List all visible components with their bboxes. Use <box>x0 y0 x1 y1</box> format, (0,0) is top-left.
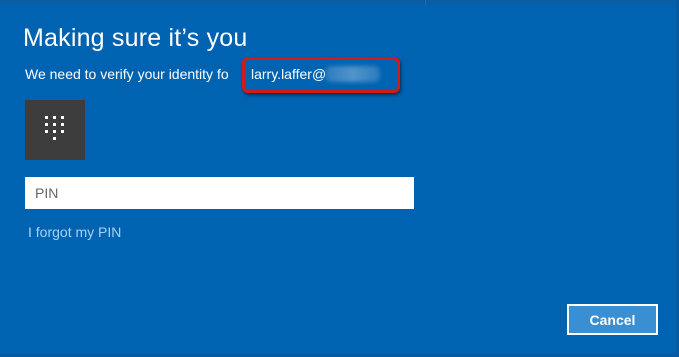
verify-identity-message: We need to verify your identity fo <box>25 66 229 82</box>
top-edge-seam <box>425 0 426 5</box>
pin-keypad-tile <box>25 100 85 160</box>
forgot-pin-link[interactable]: I forgot my PIN <box>28 224 121 240</box>
verify-identity-dialog: Making sure it’s you We need to verify y… <box>0 0 679 357</box>
top-edge-strip <box>0 0 679 5</box>
pin-input[interactable] <box>25 177 414 209</box>
email-highlight-box <box>242 57 400 93</box>
cancel-button[interactable]: Cancel <box>567 304 658 335</box>
keypad-icon <box>45 116 64 140</box>
dialog-title: Making sure it’s you <box>23 24 248 52</box>
